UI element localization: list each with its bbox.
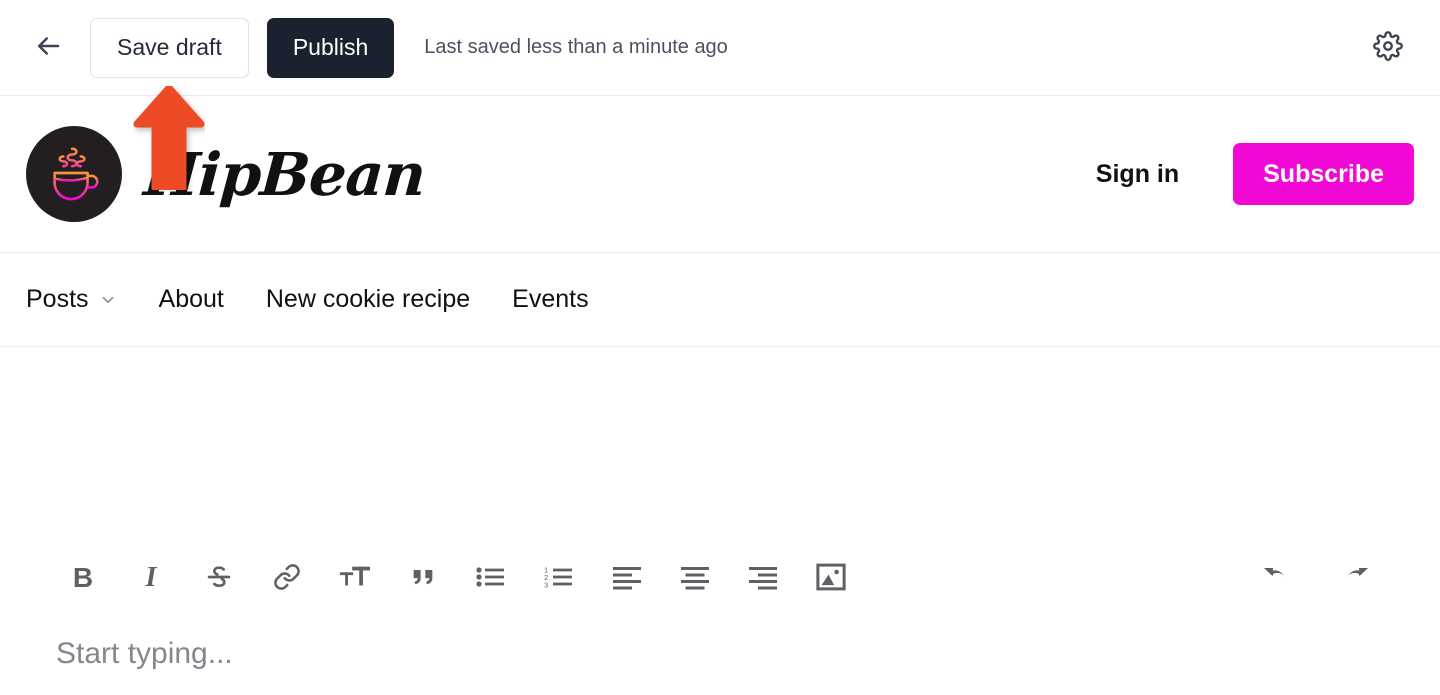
site-brand-name: HipBean [141,139,428,209]
save-draft-button[interactable]: Save draft [90,17,249,78]
align-left-button[interactable] [604,555,650,601]
site-header: HipBean Sign in Subscribe [0,96,1440,253]
svg-text:3: 3 [544,580,548,589]
text-size-icon [340,563,370,594]
coffee-cup-icon [43,141,105,208]
nav-item-label: Posts [26,285,89,313]
link-button[interactable] [264,555,310,601]
insert-image-button[interactable] [808,555,854,601]
site-logo [26,126,122,222]
nav-item-new-cookie-recipe[interactable]: New cookie recipe [266,285,470,314]
subscribe-button[interactable]: Subscribe [1233,143,1414,205]
site-brand[interactable]: HipBean [26,126,428,222]
bold-button[interactable]: B [60,555,106,601]
align-right-icon [748,563,778,594]
bulleted-list-button[interactable] [468,555,514,601]
italic-button[interactable]: I [128,555,174,601]
nav-item-about[interactable]: About [159,285,224,314]
publish-button[interactable]: Publish [266,17,395,78]
bold-icon: B [72,562,94,593]
settings-button[interactable] [1364,24,1412,72]
bulleted-list-icon [476,563,506,594]
numbered-list-button[interactable]: 1 2 3 [536,555,582,601]
editor-canvas: B I 1 2 3 Start typing... [0,347,1440,694]
strikethrough-button[interactable] [196,555,242,601]
chevron-down-icon [99,291,117,309]
sign-in-link[interactable]: Sign in [1096,160,1179,189]
align-center-button[interactable] [672,555,718,601]
editor-body-placeholder[interactable]: Start typing... [56,637,233,671]
last-saved-status: Last saved less than a minute ago [424,36,728,58]
formatting-toolbar: B I 1 2 3 [0,555,1440,601]
quote-icon [409,563,437,594]
nav-item-events[interactable]: Events [512,285,588,314]
site-header-actions: Sign in Subscribe [1096,143,1414,205]
strikethrough-icon [205,563,233,594]
align-right-button[interactable] [740,555,786,601]
text-size-button[interactable] [332,555,378,601]
image-icon [816,563,846,594]
align-center-icon [680,563,710,594]
undo-icon [1259,562,1291,595]
arrow-left-icon [33,31,63,64]
link-icon [273,563,301,594]
redo-button[interactable] [1334,555,1380,601]
nav-item-label: About [158,285,224,313]
gear-icon [1373,31,1403,64]
redo-icon [1341,562,1373,595]
editor-top-bar: Save draft Publish Last saved less than … [0,0,1440,192]
nav-item-label: Events [512,285,589,313]
site-navigation: Posts About New cookie recipe Events [0,253,1440,347]
undo-button[interactable] [1252,555,1298,601]
blockquote-button[interactable] [400,555,446,601]
numbered-list-icon: 1 2 3 [544,563,574,594]
back-button[interactable] [26,26,70,70]
align-left-icon [612,563,642,594]
nav-item-posts[interactable]: Posts [26,285,117,314]
nav-item-label: New cookie recipe [265,285,471,313]
italic-icon: I [145,562,157,593]
